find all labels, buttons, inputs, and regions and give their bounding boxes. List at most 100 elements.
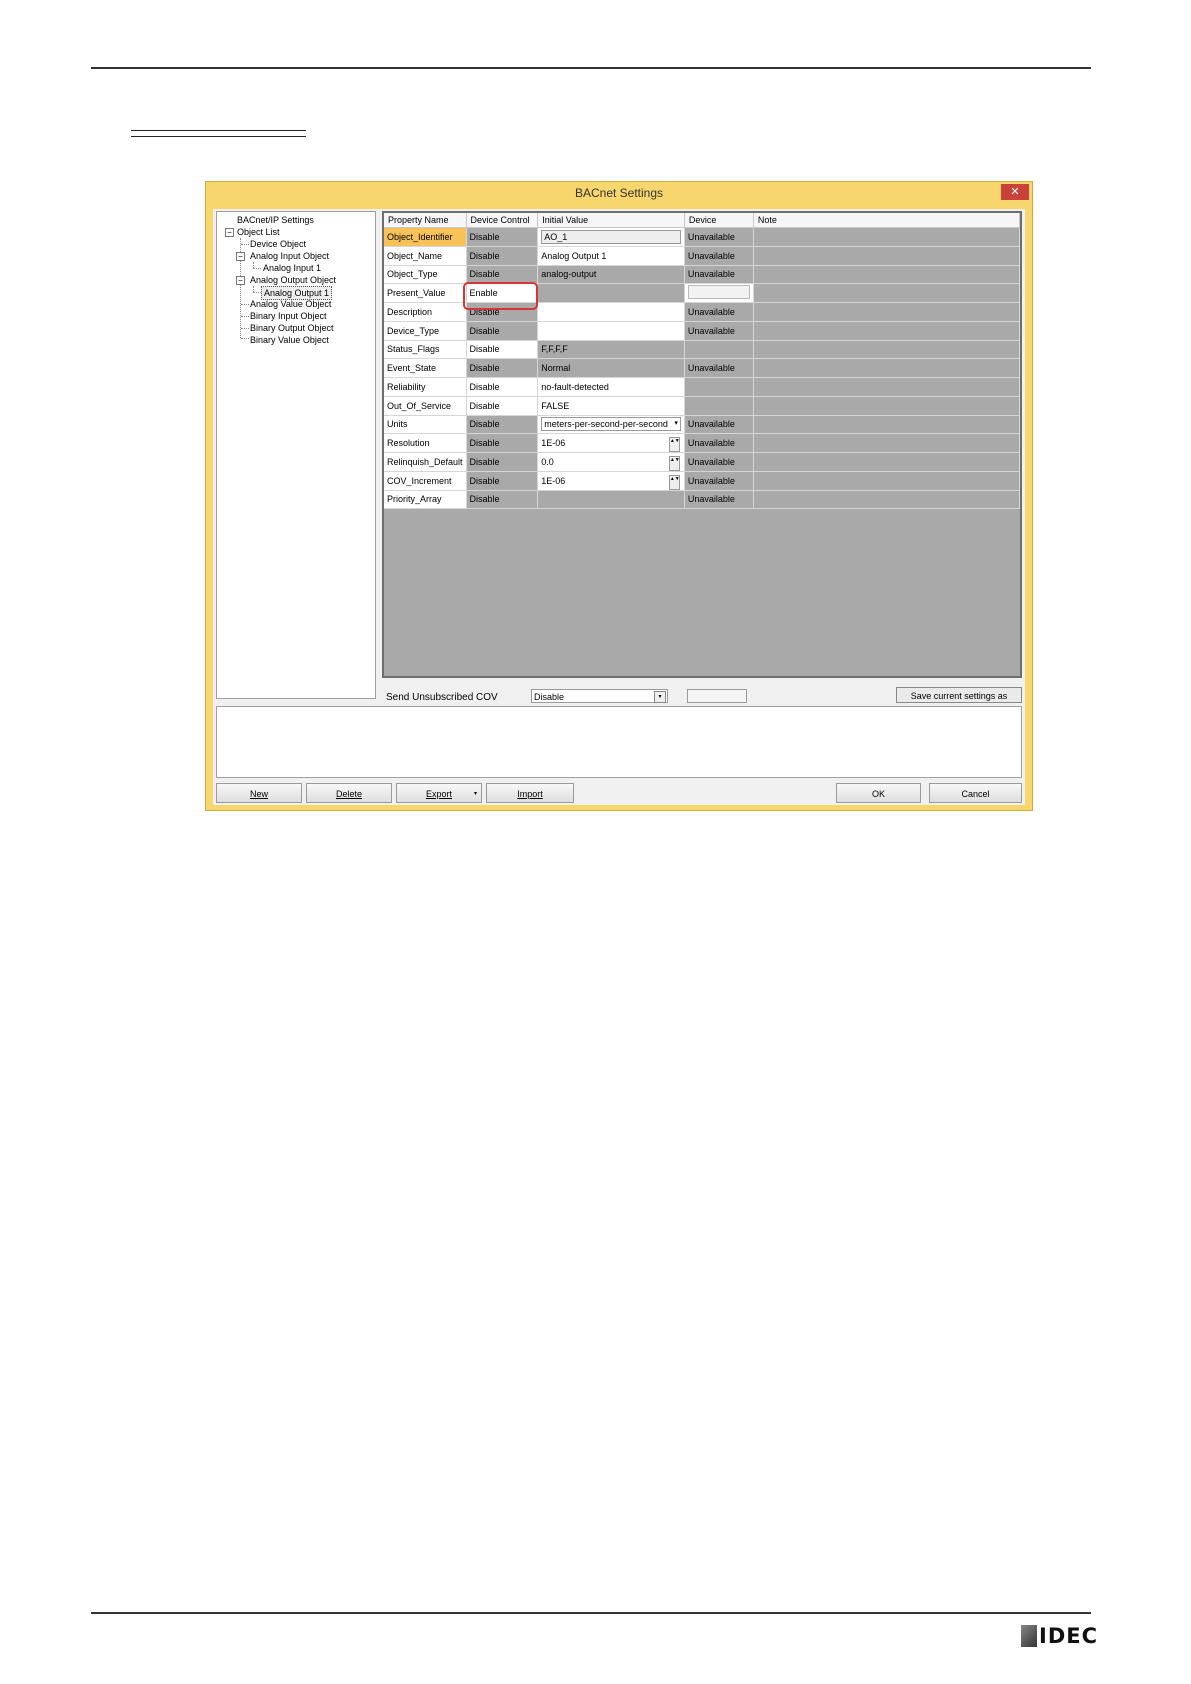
cov-increment-stepper[interactable]: 1E-06 ▲▼ xyxy=(541,474,681,490)
device-control-cell[interactable]: Disable xyxy=(466,396,539,416)
note-cell[interactable] xyxy=(753,302,1020,322)
export-button[interactable]: Export ▾ xyxy=(396,783,482,803)
device-control-cell[interactable]: Disable xyxy=(466,321,539,341)
table-row[interactable]: Reliability Disable no-fault-detected xyxy=(384,377,1020,397)
device-value-field[interactable] xyxy=(687,285,750,300)
tree-item-binary-input-object[interactable]: Binary Input Object xyxy=(250,310,327,322)
collapse-icon[interactable]: − xyxy=(236,252,245,261)
column-header-device-control[interactable]: Device Control xyxy=(466,213,539,228)
spin-arrows-icon[interactable]: ▲▼ xyxy=(668,455,680,471)
tree-item-analog-input-object[interactable]: Analog Input Object xyxy=(250,250,329,262)
tree-item-analog-input-1[interactable]: Analog Input 1 xyxy=(263,262,321,274)
property-name-cell[interactable]: Relinquish_Default xyxy=(384,452,467,472)
property-name-cell[interactable]: Present_Value xyxy=(384,283,467,303)
device-control-cell[interactable]: Disable xyxy=(466,452,539,472)
table-row[interactable]: Status_Flags Disable F,F,F,F xyxy=(384,340,1020,360)
initial-value-cell[interactable]: AO_1 xyxy=(537,227,685,247)
property-name-cell[interactable]: Priority_Array xyxy=(384,490,467,510)
table-row[interactable]: Object_Type Disable analog-output Unavai… xyxy=(384,265,1020,285)
send-unsubscribed-cov-select[interactable]: Disable ▾ xyxy=(531,689,668,703)
tree-item-analog-value-object[interactable]: Analog Value Object xyxy=(250,298,331,310)
initial-value-cell[interactable]: Analog Output 1 xyxy=(537,246,685,266)
property-name-cell[interactable]: Object_Type xyxy=(384,265,467,285)
note-cell[interactable] xyxy=(753,377,1020,397)
table-row[interactable]: Units Disable meters-per-second-per-seco… xyxy=(384,415,1020,435)
import-button[interactable]: Import xyxy=(486,783,574,803)
cancel-button[interactable]: Cancel xyxy=(929,783,1022,803)
note-cell[interactable] xyxy=(753,490,1020,510)
table-row[interactable]: Priority_Array Disable Unavailable xyxy=(384,490,1020,510)
device-control-cell[interactable]: Disable xyxy=(466,227,539,247)
property-name-cell[interactable]: Event_State xyxy=(384,358,467,378)
initial-value-cell[interactable] xyxy=(537,321,685,341)
device-control-cell[interactable]: Disable xyxy=(466,358,539,378)
initial-value-cell[interactable] xyxy=(537,302,685,322)
property-name-cell[interactable]: Device_Type xyxy=(384,321,467,341)
chevron-down-icon[interactable]: ▾ xyxy=(654,691,666,703)
table-row[interactable]: Event_State Disable Normal Unavailable xyxy=(384,358,1020,378)
tree-item-object-list[interactable]: Object List xyxy=(237,226,280,238)
units-dropdown[interactable]: meters-per-second-per-second ▾ xyxy=(541,417,681,432)
property-name-cell[interactable]: Reliability xyxy=(384,377,467,397)
note-cell[interactable] xyxy=(753,433,1020,453)
resolution-stepper[interactable]: 1E-06 ▲▼ xyxy=(541,437,681,452)
table-row[interactable]: Object_Name Disable Analog Output 1 Unav… xyxy=(384,246,1020,266)
property-name-cell[interactable]: Object_Name xyxy=(384,246,467,266)
note-cell[interactable] xyxy=(753,227,1020,247)
note-cell[interactable] xyxy=(753,452,1020,472)
device-control-cell[interactable]: Disable xyxy=(466,246,539,266)
cov-period-field[interactable] xyxy=(687,689,747,703)
tree-item-device-object[interactable]: Device Object xyxy=(250,238,306,250)
delete-button[interactable]: Delete xyxy=(306,783,392,803)
table-row[interactable]: Out_Of_Service Disable FALSE xyxy=(384,396,1020,416)
tree-item-bacnet-ip-settings[interactable]: BACnet/IP Settings xyxy=(237,214,314,226)
device-control-cell[interactable]: Disable xyxy=(466,433,539,453)
tree-item-binary-value-object[interactable]: Binary Value Object xyxy=(250,334,329,346)
table-row[interactable]: Object_Identifier Disable AO_1 Unavailab… xyxy=(384,227,1020,247)
initial-value-cell[interactable]: no-fault-detected xyxy=(537,377,685,397)
collapse-icon[interactable]: − xyxy=(225,228,234,237)
property-name-cell[interactable]: Out_Of_Service xyxy=(384,396,467,416)
column-header-initial-value[interactable]: Initial Value xyxy=(537,213,685,228)
spin-arrows-icon[interactable]: ▲▼ xyxy=(668,437,680,452)
table-row[interactable]: Relinquish_Default Disable 0.0 ▲▼ Unavai… xyxy=(384,452,1020,472)
initial-value-cell[interactable]: 0.0 ▲▼ xyxy=(537,452,685,472)
note-cell[interactable] xyxy=(753,396,1020,416)
property-name-cell[interactable]: COV_Increment xyxy=(384,471,467,491)
note-cell[interactable] xyxy=(753,246,1020,266)
device-cell[interactable] xyxy=(684,283,754,303)
property-name-cell[interactable]: Object_Identifier xyxy=(384,227,467,247)
close-button[interactable]: ✕ xyxy=(1001,184,1029,200)
new-button[interactable]: New xyxy=(216,783,302,803)
table-row[interactable]: COV_Increment Disable 1E-06 ▲▼ Unavailab… xyxy=(384,471,1020,491)
device-control-cell[interactable]: Disable xyxy=(466,490,539,510)
table-row[interactable]: Device_Type Disable Unavailable xyxy=(384,321,1020,341)
tree-item-analog-output-object[interactable]: Analog Output Object xyxy=(250,274,336,286)
device-control-cell[interactable]: Disable xyxy=(466,340,539,360)
initial-value-cell[interactable]: meters-per-second-per-second ▾ xyxy=(537,415,685,435)
note-cell[interactable] xyxy=(753,265,1020,285)
property-name-cell[interactable]: Status_Flags xyxy=(384,340,467,360)
note-cell[interactable] xyxy=(753,283,1020,303)
initial-value-cell[interactable]: FALSE xyxy=(537,396,685,416)
device-control-cell[interactable]: Disable xyxy=(466,415,539,435)
note-cell[interactable] xyxy=(753,321,1020,341)
chevron-down-icon[interactable]: ▾ xyxy=(674,418,678,430)
property-name-cell[interactable]: Units xyxy=(384,415,467,435)
table-row[interactable]: Resolution Disable 1E-06 ▲▼ Unavailable xyxy=(384,433,1020,453)
spin-arrows-icon[interactable]: ▲▼ xyxy=(668,474,680,490)
collapse-icon[interactable]: − xyxy=(236,276,245,285)
note-cell[interactable] xyxy=(753,471,1020,491)
note-cell[interactable] xyxy=(753,340,1020,360)
device-control-cell[interactable]: Disable xyxy=(466,471,539,491)
initial-value-cell[interactable]: 1E-06 ▲▼ xyxy=(537,471,685,491)
ok-button[interactable]: OK xyxy=(836,783,921,803)
device-control-cell[interactable]: Disable xyxy=(466,265,539,285)
initial-value-field[interactable]: AO_1 xyxy=(541,229,681,244)
device-control-cell[interactable]: Disable xyxy=(466,377,539,397)
column-header-property-name[interactable]: Property Name xyxy=(384,213,467,228)
property-name-cell[interactable]: Description xyxy=(384,302,467,322)
initial-value-cell[interactable]: 1E-06 ▲▼ xyxy=(537,433,685,453)
column-header-note[interactable]: Note xyxy=(753,213,1020,228)
tree-item-binary-output-object[interactable]: Binary Output Object xyxy=(250,322,334,334)
